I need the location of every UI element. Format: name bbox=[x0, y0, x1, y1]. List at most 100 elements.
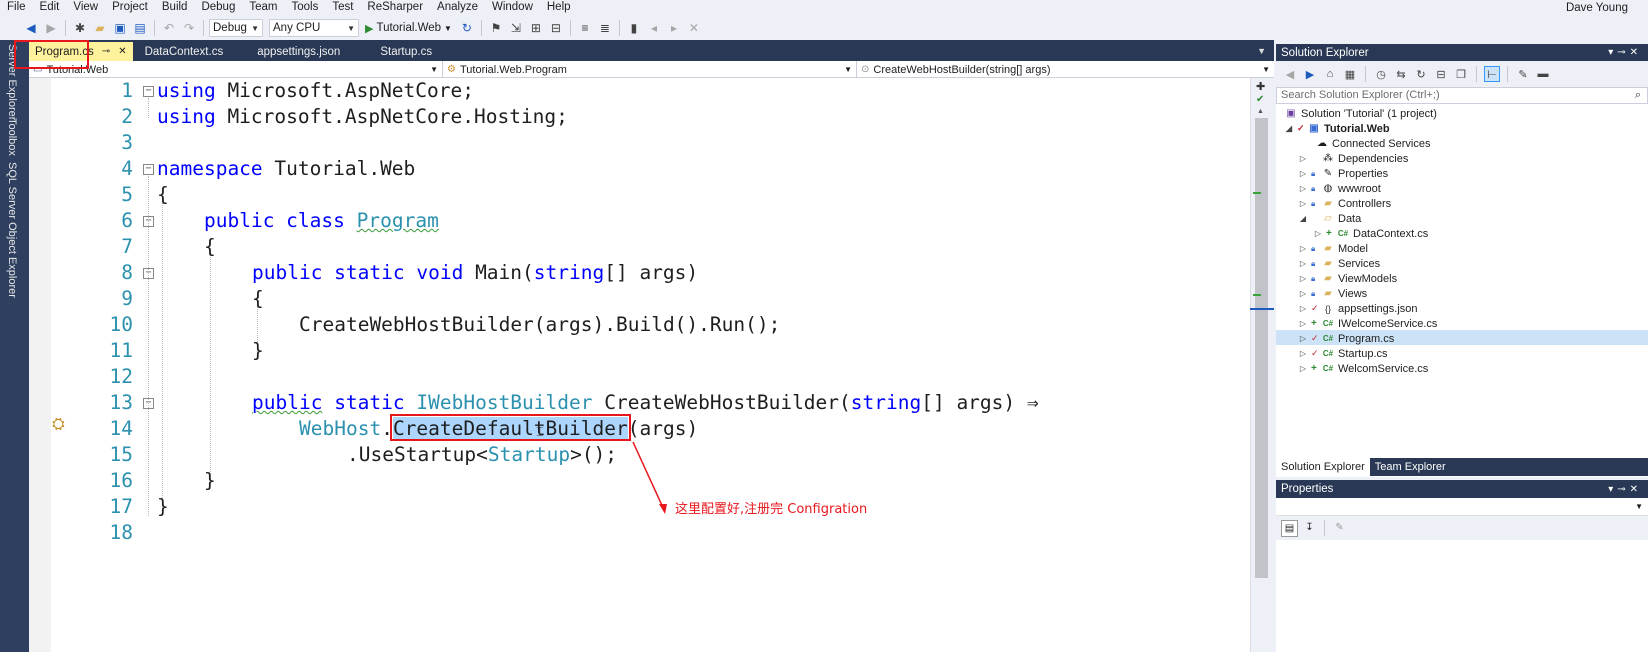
collapsed-icon[interactable]: ▷ bbox=[1298, 184, 1308, 193]
split-icon[interactable]: ✚ bbox=[1256, 80, 1265, 93]
search-icon[interactable]: ⌕ bbox=[1635, 88, 1641, 103]
tab-team-explorer[interactable]: Team Explorer bbox=[1370, 458, 1451, 476]
new-project-icon[interactable]: ✱ bbox=[71, 19, 89, 37]
tree-item-project[interactable]: ◢ ✓ ▣ Tutorial.Web bbox=[1284, 121, 1390, 136]
code-editor[interactable]: 1 2 3 4 5 6 7 8 9 10 11 12 13 14 15 16 1… bbox=[29, 78, 1250, 652]
tree-item-welcomservice[interactable]: ▷ + C# WelcomService.cs bbox=[1298, 361, 1428, 376]
categorized-icon[interactable]: ▤ bbox=[1281, 519, 1298, 537]
tree-item-controllers[interactable]: ▷ 🔒︎ ▰ Controllers bbox=[1298, 196, 1391, 211]
collapsed-icon[interactable]: ▷ bbox=[1298, 154, 1308, 163]
tree-item-dependencies[interactable]: ▷ ⁂ Dependencies bbox=[1298, 151, 1408, 166]
scroll-thumb[interactable] bbox=[1255, 118, 1268, 578]
collapsed-icon[interactable]: ▷ bbox=[1298, 349, 1308, 358]
tree-item-datacontext[interactable]: ▷ + C# DataContext.cs bbox=[1313, 226, 1428, 241]
collapsed-icon[interactable]: ▷ bbox=[1298, 199, 1308, 208]
collapsed-icon[interactable]: ▷ bbox=[1298, 244, 1308, 253]
browser-link-icon[interactable]: ⚑ bbox=[487, 19, 505, 37]
tree-item-solution[interactable]: ▣ Solution 'Tutorial' (1 project) bbox=[1284, 106, 1437, 121]
home-icon[interactable]: ⌂ bbox=[1322, 66, 1338, 82]
close-icon[interactable]: ✕ bbox=[118, 46, 126, 57]
menu-file[interactable]: File bbox=[0, 0, 33, 15]
collapsed-icon[interactable]: ▷ bbox=[1298, 169, 1308, 178]
properties-wrench-icon[interactable]: ✎ bbox=[1515, 66, 1531, 82]
tab-appsettings-json[interactable]: appsettings.json bbox=[235, 42, 352, 61]
step-icon[interactable]: ⇲ bbox=[507, 19, 525, 37]
collapsed-icon[interactable]: ▷ bbox=[1298, 289, 1308, 298]
menu-resharper[interactable]: ReSharper bbox=[360, 0, 430, 15]
member-dropdown[interactable]: ⊙ CreateWebHostBuilder(string[] args) ▼ bbox=[857, 61, 1274, 78]
clear-bookmarks-icon[interactable]: ✕ bbox=[685, 19, 703, 37]
menu-test[interactable]: Test bbox=[325, 0, 360, 15]
back-icon[interactable]: ◀ bbox=[22, 19, 40, 37]
property-pages-icon[interactable]: ✎ bbox=[1331, 520, 1348, 537]
menu-tools[interactable]: Tools bbox=[284, 0, 325, 15]
tree-item-connected-services[interactable]: ☁ Connected Services bbox=[1315, 136, 1430, 151]
dash-icon[interactable]: ▬ bbox=[1535, 66, 1551, 82]
menu-view[interactable]: View bbox=[66, 0, 105, 15]
bookmark-icon[interactable]: ▮ bbox=[625, 19, 643, 37]
menu-project[interactable]: Project bbox=[105, 0, 155, 15]
properties-object-selector[interactable]: ▼ bbox=[1276, 498, 1648, 516]
menu-edit[interactable]: Edit bbox=[33, 0, 67, 15]
tree-item-iwelcomeservice[interactable]: ▷ + C# IWelcomeService.cs bbox=[1298, 316, 1438, 331]
menu-window[interactable]: Window bbox=[485, 0, 540, 15]
platform-combo[interactable]: Any CPU ▼ bbox=[269, 19, 359, 37]
tree-item-wwwroot[interactable]: ▷ 🔒︎ ◍ wwwroot bbox=[1298, 181, 1381, 196]
collapsed-icon[interactable]: ▷ bbox=[1298, 304, 1308, 313]
show-all-files-icon[interactable]: ❐ bbox=[1453, 66, 1469, 82]
menu-debug[interactable]: Debug bbox=[194, 0, 242, 15]
collapsed-icon[interactable]: ▷ bbox=[1298, 274, 1308, 283]
tree-item-views[interactable]: ▷ 🔒︎ ▰ Views bbox=[1298, 286, 1367, 301]
menu-build[interactable]: Build bbox=[155, 0, 195, 15]
scroll-up-icon[interactable]: ▲ bbox=[1257, 108, 1264, 115]
next-bookmark-icon[interactable]: ▸ bbox=[665, 19, 683, 37]
tree-item-services[interactable]: ▷ 🔒︎ ▰ Services bbox=[1298, 256, 1380, 271]
menu-analyze[interactable]: Analyze bbox=[430, 0, 485, 15]
tree-item-viewmodels[interactable]: ▷ 🔒︎ ▰ ViewModels bbox=[1298, 271, 1397, 286]
collapsed-icon[interactable]: ▷ bbox=[1298, 364, 1308, 373]
collapsed-icon[interactable]: ▷ bbox=[1298, 319, 1308, 328]
tree-item-data[interactable]: ◢ ▱ Data bbox=[1298, 211, 1361, 226]
collapsed-icon[interactable]: ▷ bbox=[1298, 259, 1308, 268]
chevron-down-icon[interactable]: ▼ bbox=[1257, 46, 1266, 56]
tree-item-startup[interactable]: ▷ ✓ C# Startup.cs bbox=[1298, 346, 1388, 361]
collapsed-icon[interactable]: ▷ bbox=[1313, 229, 1323, 238]
prev-bookmark-icon[interactable]: ◂ bbox=[645, 19, 663, 37]
forward-icon[interactable]: ▶ bbox=[42, 19, 60, 37]
sql-server-object-explorer-tab[interactable]: SQL Server Object Explorer bbox=[6, 162, 18, 298]
tree-item-appsettings[interactable]: ▷ ✓ {} appsettings.json bbox=[1298, 301, 1418, 316]
configuration-combo[interactable]: Debug ▼ bbox=[209, 19, 263, 37]
undo-icon[interactable]: ↶ bbox=[160, 19, 178, 37]
refresh-icon[interactable]: ↻ bbox=[458, 19, 476, 37]
save-icon[interactable]: ▣ bbox=[111, 19, 129, 37]
expanded-icon[interactable]: ◢ bbox=[1284, 124, 1294, 133]
run-button[interactable]: ▶ Tutorial.Web ▼ bbox=[361, 22, 456, 35]
pin-icon[interactable]: ⊸ bbox=[102, 46, 110, 57]
tab-solution-explorer[interactable]: Solution Explorer bbox=[1276, 458, 1370, 476]
pane-icon[interactable]: ⊟ bbox=[547, 19, 565, 37]
expanded-icon[interactable]: ◢ bbox=[1298, 214, 1308, 223]
user-name[interactable]: Dave Young bbox=[1566, 2, 1628, 14]
collapse-icon[interactable]: − bbox=[143, 86, 154, 97]
comment-icon[interactable]: ≡ bbox=[576, 19, 594, 37]
toolbox-tab[interactable]: Toolbox bbox=[6, 118, 18, 156]
uncomment-icon[interactable]: ≣ bbox=[596, 19, 614, 37]
tree-item-program[interactable]: ▷ ✓ C# Program.cs bbox=[1298, 331, 1394, 346]
open-folder-icon[interactable]: ▰ bbox=[91, 19, 109, 37]
pending-changes-icon[interactable]: ◷ bbox=[1373, 66, 1389, 82]
project-dropdown[interactable]: ▭ Tutorial.Web ▼ bbox=[29, 61, 443, 78]
quick-action-icon[interactable]: ⛭ bbox=[52, 416, 65, 434]
menu-help[interactable]: Help bbox=[540, 0, 578, 15]
tab-datacontext-cs[interactable]: DataContext.cs bbox=[133, 42, 236, 61]
type-dropdown[interactable]: ⚙ Tutorial.Web.Program ▼ bbox=[443, 61, 857, 78]
save-all-icon[interactable]: ▤ bbox=[131, 19, 149, 37]
tree-item-model[interactable]: ▷ 🔒︎ ▰ Model bbox=[1298, 241, 1368, 256]
redo-icon[interactable]: ↷ bbox=[180, 19, 198, 37]
forward-icon[interactable]: ▶ bbox=[1302, 66, 1318, 82]
layout-icon[interactable]: ⊞ bbox=[527, 19, 545, 37]
switch-views-icon[interactable]: ▦ bbox=[1342, 66, 1358, 82]
editor-vertical-scrollbar[interactable]: ✚ ✔ ▲ bbox=[1250, 78, 1274, 652]
collapse-icon[interactable]: − bbox=[143, 164, 154, 175]
back-icon[interactable]: ◀ bbox=[1282, 66, 1298, 82]
alphabetical-icon[interactable]: ↧ bbox=[1301, 520, 1318, 537]
